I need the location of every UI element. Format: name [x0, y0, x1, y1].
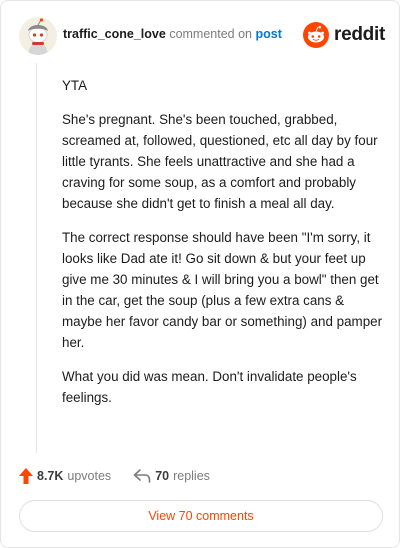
action-text: commented on: [169, 27, 252, 41]
comment-paragraph: The correct response should have been "I…: [62, 230, 383, 350]
snoo-avatar-icon[interactable]: [19, 17, 57, 55]
thread-line[interactable]: [36, 63, 37, 453]
comment-meta: traffic_cone_love commented on post: [63, 27, 282, 41]
comment-actions: 8.7K upvotes 70 replies: [19, 466, 210, 486]
upvote-label: upvotes: [67, 469, 112, 483]
upvote-arrow-icon: [19, 468, 33, 484]
reddit-logo[interactable]: reddit: [303, 21, 385, 49]
reply-label: replies: [173, 469, 210, 483]
reply-arrow-icon: [133, 469, 151, 483]
reddit-wordmark: reddit: [334, 24, 385, 45]
comment-paragraph: What you did was mean. Don't invalidate …: [62, 369, 357, 405]
comment-paragraph: She's pregnant. She's been touched, grab…: [62, 112, 378, 211]
username-link[interactable]: traffic_cone_love: [63, 27, 166, 41]
upvote-button[interactable]: 8.7K upvotes: [19, 468, 111, 484]
comment-header: traffic_cone_love commented on post redd…: [19, 17, 385, 57]
view-comments-button[interactable]: View 70 comments: [19, 500, 383, 532]
reddit-snoo-icon: [303, 22, 330, 48]
upvote-count: 8.7K: [37, 469, 64, 483]
comment-paragraph: YTA: [62, 78, 88, 93]
reply-count: 70: [155, 469, 170, 483]
post-link[interactable]: post: [255, 27, 281, 41]
comment-body: YTA She's pregnant. She's been touched, …: [62, 75, 384, 421]
comment-card: traffic_cone_love commented on post redd…: [0, 0, 400, 548]
replies-button[interactable]: 70 replies: [133, 469, 210, 483]
